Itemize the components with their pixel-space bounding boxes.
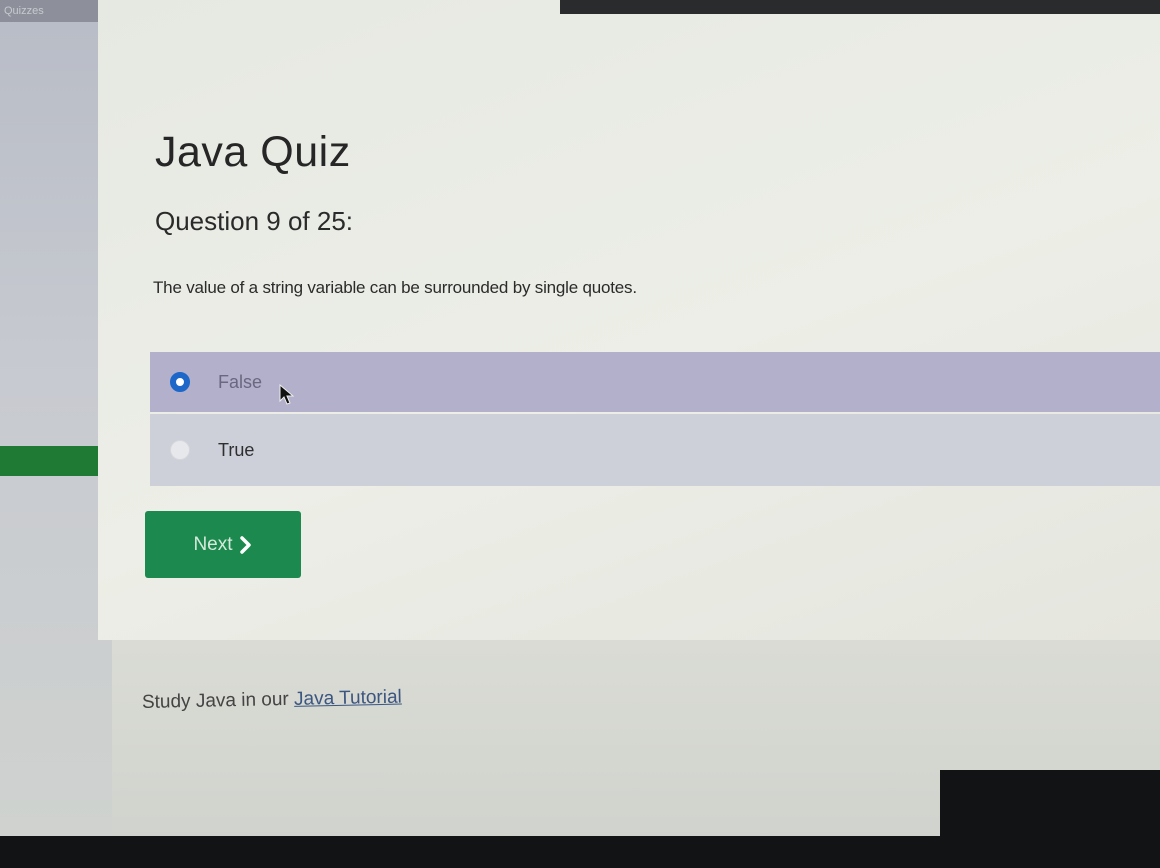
mouse-cursor-icon bbox=[279, 384, 295, 405]
next-button-label: Next bbox=[193, 533, 233, 555]
next-button[interactable]: Next bbox=[145, 511, 301, 578]
answer-label: False bbox=[218, 371, 263, 392]
sidebar-active-marker bbox=[0, 446, 102, 476]
monitor-bezel-bottom bbox=[0, 836, 1160, 868]
footer-prefix: Study Java in our bbox=[141, 688, 295, 713]
question-text: The value of a string variable can be su… bbox=[153, 278, 637, 297]
java-tutorial-link[interactable]: Java Tutorial bbox=[294, 687, 402, 710]
screen: Quizzes Java Quiz Question 9 of 25: The … bbox=[0, 0, 1160, 868]
answer-option-false[interactable]: False bbox=[150, 352, 1160, 412]
chevron-right-icon bbox=[239, 535, 251, 554]
question-counter: Question 9 of 25: bbox=[155, 206, 354, 236]
quiz-title: Java Quiz bbox=[155, 128, 351, 176]
browser-tab[interactable]: Quizzes bbox=[0, 0, 112, 22]
footer-text: Study Java in our Java Tutorial bbox=[142, 687, 402, 714]
answer-options: False True bbox=[150, 352, 1160, 486]
answer-label: True bbox=[218, 439, 255, 460]
radio-unselected-icon[interactable] bbox=[170, 440, 190, 460]
monitor-bezel-top bbox=[560, 0, 1160, 14]
answer-option-true[interactable]: True bbox=[150, 414, 1160, 486]
radio-selected-icon[interactable] bbox=[170, 372, 190, 392]
monitor-bezel-corner bbox=[940, 770, 1160, 840]
sidebar-strip: Quizzes bbox=[0, 0, 112, 836]
